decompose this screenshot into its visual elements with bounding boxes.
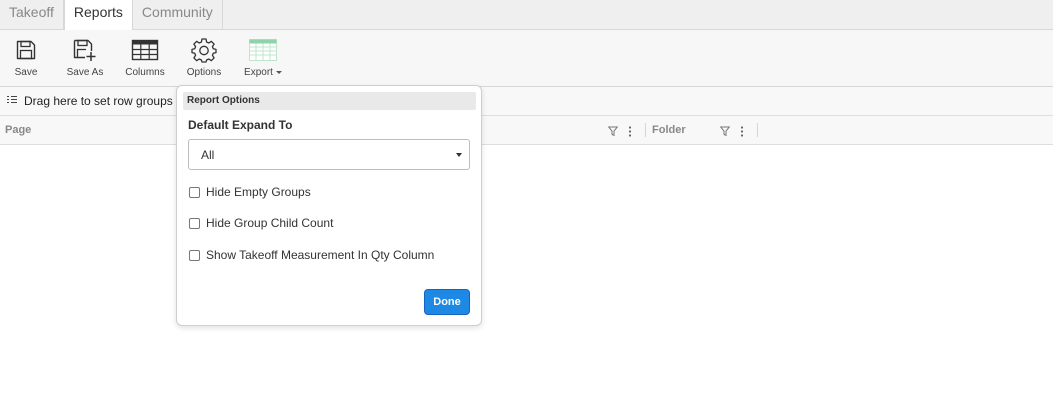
columns-label: Columns [125, 67, 165, 78]
columns-button[interactable]: Columns [122, 36, 168, 78]
export-text: Export [244, 67, 273, 78]
tab-reports[interactable]: Reports [63, 0, 133, 31]
column-header-page[interactable]: Page [5, 124, 31, 136]
dropdown-arrow-icon [456, 153, 462, 157]
options-label: Options [186, 67, 222, 78]
save-button[interactable]: Save [11, 36, 41, 78]
save-label: Save [14, 67, 38, 78]
hide-group-child-count-checkbox[interactable] [189, 217, 200, 229]
done-button[interactable]: Done [424, 289, 470, 315]
hide-group-child-count-label: Hide Group Child Count [206, 216, 334, 230]
row-group-icon [6, 92, 17, 110]
chevron-down-icon [275, 70, 282, 74]
default-expand-select[interactable]: All [188, 139, 470, 170]
save-as-label: Save As [66, 67, 104, 78]
top-tab-bar: Takeoff Reports Community [0, 0, 1053, 31]
dialog-title: Report Options [183, 92, 476, 110]
row-group-drop-zone[interactable]: Drag here to set row groups [0, 87, 1053, 116]
default-expand-value: All [201, 148, 215, 162]
column-resize-handle[interactable] [757, 123, 758, 137]
default-expand-label: Default Expand To [188, 118, 293, 132]
column-menu-icon[interactable] [740, 124, 744, 142]
column-menu-icon[interactable] [628, 124, 632, 142]
column-header-folder[interactable]: Folder [652, 124, 686, 136]
option-hide-group-child-count[interactable]: Hide Group Child Count [189, 216, 333, 230]
report-toolbar: Save Save As Columns Options Export [0, 30, 1053, 87]
show-takeoff-measurement-checkbox[interactable] [189, 249, 200, 261]
filter-icon[interactable] [607, 124, 619, 142]
option-hide-empty-groups[interactable]: Hide Empty Groups [189, 185, 311, 199]
row-group-hint: Drag here to set row groups [24, 94, 173, 108]
hide-empty-groups-label: Hide Empty Groups [206, 185, 311, 199]
columns-icon [122, 36, 168, 64]
export-button[interactable]: Export [241, 36, 285, 78]
tab-takeoff[interactable]: Takeoff [0, 0, 64, 30]
column-resize-handle[interactable] [645, 123, 646, 137]
tab-community[interactable]: Community [133, 0, 223, 30]
option-show-takeoff-measurement[interactable]: Show Takeoff Measurement In Qty Column [189, 248, 434, 262]
options-button[interactable]: Options [184, 36, 224, 78]
save-icon [11, 36, 41, 64]
filter-icon[interactable] [719, 124, 731, 142]
show-takeoff-measurement-label: Show Takeoff Measurement In Qty Column [206, 248, 435, 262]
spreadsheet-icon [241, 36, 285, 64]
report-options-dialog: Report Options Default Expand To All Hid… [176, 85, 482, 326]
export-label: Export [241, 67, 285, 78]
save-as-button[interactable]: Save As [63, 36, 107, 78]
gear-icon [184, 36, 224, 64]
grid-header-row: Page Folder [0, 116, 1053, 145]
save-as-icon [63, 36, 107, 64]
hide-empty-groups-checkbox[interactable] [189, 186, 200, 198]
